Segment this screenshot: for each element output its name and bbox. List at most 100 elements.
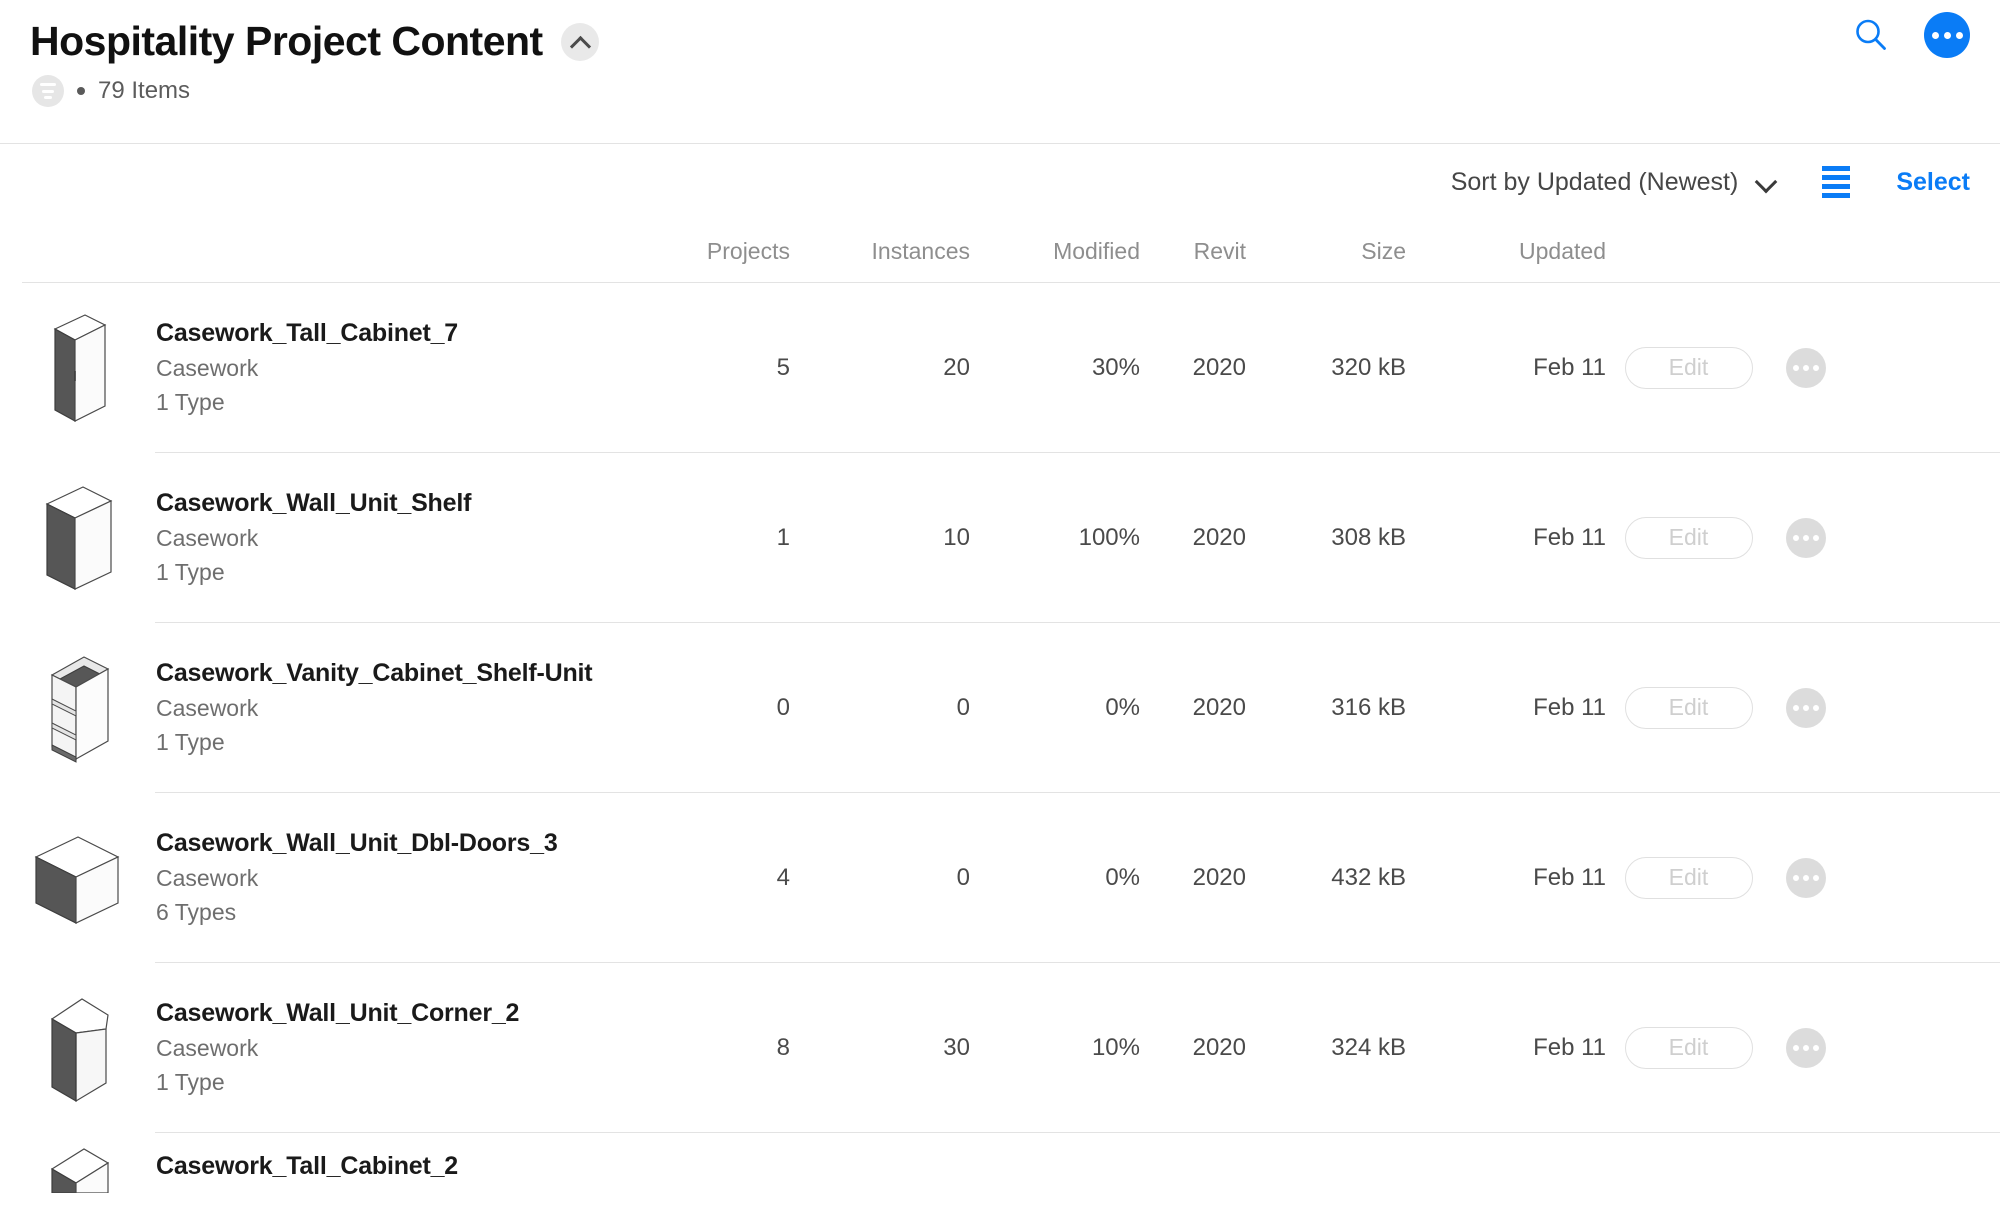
search-icon[interactable]	[1852, 16, 1890, 54]
chevron-down-icon[interactable]	[1756, 177, 1774, 188]
sort-dropdown-label[interactable]: Sort by Updated (Newest)	[1451, 168, 1739, 197]
cell-updated: Feb 11	[1533, 523, 1606, 551]
edit-button[interactable]: Edit	[1624, 346, 1753, 389]
row-name-cell: Casework_Vanity_Cabinet_Shelf-Unit Casew…	[30, 649, 680, 767]
table-row[interactable]: Casework_Wall_Unit_Dbl-Doors_3 Casework …	[0, 793, 2000, 962]
row-more-button[interactable]	[1786, 687, 1826, 728]
column-header-updated: Updated	[1519, 237, 1606, 264]
edit-button[interactable]: Edit	[1624, 1026, 1753, 1069]
cell-modified: 0%	[1105, 863, 1140, 891]
cell-modified: 0%	[1105, 693, 1140, 721]
row-text-block: Casework_Wall_Unit_Shelf Casework 1 Type	[156, 489, 471, 586]
toolbar: Sort by Updated (Newest) Select	[0, 144, 2000, 220]
row-text-block: Casework_Tall_Cabinet_2	[156, 1146, 458, 1181]
vanity-shelf-unit-thumbnail	[30, 649, 130, 767]
row-title: Casework_Tall_Cabinet_7	[156, 319, 459, 347]
row-types: 1 Type	[156, 729, 225, 755]
item-count-label: 79 Items	[98, 77, 191, 105]
row-title: Casework_Wall_Unit_Corner_2	[156, 999, 520, 1027]
cell-size: 316 kB	[1331, 693, 1406, 721]
row-types: 1 Type	[156, 1069, 225, 1095]
cell-instances: 30	[943, 1033, 970, 1061]
row-text-block: Casework_Tall_Cabinet_7 Casework 1 Type	[156, 319, 458, 416]
row-title: Casework_Wall_Unit_Dbl-Doors_3	[156, 829, 558, 857]
edit-button[interactable]: Edit	[1624, 856, 1753, 899]
wall-unit-shelf-thumbnail	[30, 479, 130, 597]
title-row: Hospitality Project Content	[30, 18, 1970, 64]
row-more-button[interactable]	[1786, 857, 1826, 898]
row-types: 1 Type	[156, 389, 225, 415]
cell-updated: Feb 11	[1533, 1033, 1606, 1061]
cell-instances: 20	[943, 353, 970, 381]
row-category: Casework	[156, 1035, 259, 1061]
cell-updated: Feb 11	[1533, 693, 1606, 721]
collapse-button[interactable]	[560, 22, 599, 61]
table-row[interactable]: Casework_Tall_Cabinet_7 Casework 1 Type …	[0, 283, 2000, 452]
row-name-cell: Casework_Tall_Cabinet_7 Casework 1 Type	[30, 309, 680, 427]
row-category: Casework	[156, 525, 259, 551]
separator-dot	[77, 87, 85, 96]
cell-projects: 8	[776, 1033, 790, 1061]
cell-projects: 5	[776, 353, 790, 381]
row-title: Casework_Vanity_Cabinet_Shelf-Unit	[156, 659, 593, 687]
cell-size: 308 kB	[1331, 523, 1406, 551]
row-category: Casework	[156, 695, 259, 721]
column-header-projects: Projects	[706, 237, 790, 264]
cell-size: 324 kB	[1331, 1033, 1406, 1061]
row-name-cell: Casework_Wall_Unit_Shelf Casework 1 Type	[30, 479, 680, 597]
row-category: Casework	[156, 865, 259, 891]
edit-button[interactable]: Edit	[1624, 516, 1753, 559]
cell-updated: Feb 11	[1533, 863, 1606, 891]
more-options-button[interactable]	[1924, 12, 1970, 58]
cell-instances: 0	[956, 693, 970, 721]
tall-cabinet-2-thumbnail	[30, 1133, 130, 1193]
table-row[interactable]: Casework_Tall_Cabinet_2	[0, 1133, 2000, 1193]
row-title: Casework_Tall_Cabinet_2	[156, 1151, 459, 1180]
row-more-button[interactable]	[1786, 517, 1826, 558]
page-header: Hospitality Project Content 79 Items	[0, 0, 2000, 143]
page-title: Hospitality Project Content	[30, 18, 543, 64]
table-column-headers: Projects Instances Modified Revit Size U…	[0, 220, 2000, 282]
cell-instances: 10	[943, 523, 970, 551]
header-actions	[1852, 12, 1970, 58]
cell-revit: 2020	[1192, 523, 1246, 551]
list-view-icon[interactable]	[1822, 166, 1851, 198]
content-list: Casework_Tall_Cabinet_7 Casework 1 Type …	[0, 282, 2000, 1193]
cell-revit: 2020	[1192, 693, 1246, 721]
column-header-modified: Modified	[1053, 237, 1140, 264]
row-types: 6 Types	[156, 899, 237, 925]
table-row[interactable]: Casework_Vanity_Cabinet_Shelf-Unit Casew…	[0, 623, 2000, 792]
row-text-block: Casework_Wall_Unit_Corner_2 Casework 1 T…	[156, 999, 519, 1096]
row-category: Casework	[156, 355, 259, 381]
cell-modified: 30%	[1091, 353, 1140, 381]
cell-revit: 2020	[1192, 353, 1246, 381]
subtitle-row: 79 Items	[32, 75, 1970, 108]
row-name-cell: Casework_Tall_Cabinet_2	[30, 1133, 680, 1193]
cell-modified: 10%	[1091, 1033, 1140, 1061]
row-title: Casework_Wall_Unit_Shelf	[156, 489, 472, 517]
column-header-revit: Revit	[1193, 237, 1246, 264]
row-types: 1 Type	[156, 559, 225, 585]
row-text-block: Casework_Vanity_Cabinet_Shelf-Unit Casew…	[156, 659, 593, 756]
cell-revit: 2020	[1192, 1033, 1246, 1061]
row-more-button[interactable]	[1786, 1027, 1826, 1068]
cell-revit: 2020	[1192, 863, 1246, 891]
row-text-block: Casework_Wall_Unit_Dbl-Doors_3 Casework …	[156, 829, 558, 926]
cell-modified: 100%	[1078, 523, 1140, 551]
chevron-up-icon	[571, 37, 588, 47]
select-button[interactable]: Select	[1896, 168, 1970, 197]
row-more-button[interactable]	[1786, 347, 1826, 388]
row-name-cell: Casework_Wall_Unit_Corner_2 Casework 1 T…	[30, 989, 680, 1107]
cell-size: 320 kB	[1331, 353, 1406, 381]
cell-projects: 1	[776, 523, 790, 551]
column-header-instances: Instances	[871, 237, 970, 264]
edit-button[interactable]: Edit	[1624, 686, 1753, 729]
cell-instances: 0	[956, 863, 970, 891]
cell-size: 432 kB	[1331, 863, 1406, 891]
wall-unit-dbl-doors-thumbnail	[30, 819, 130, 937]
wall-unit-corner-thumbnail	[30, 989, 130, 1107]
table-row[interactable]: Casework_Wall_Unit_Corner_2 Casework 1 T…	[0, 963, 2000, 1132]
tall-cabinet-thumbnail	[30, 309, 130, 427]
filter-icon[interactable]	[32, 75, 64, 108]
table-row[interactable]: Casework_Wall_Unit_Shelf Casework 1 Type…	[0, 453, 2000, 622]
